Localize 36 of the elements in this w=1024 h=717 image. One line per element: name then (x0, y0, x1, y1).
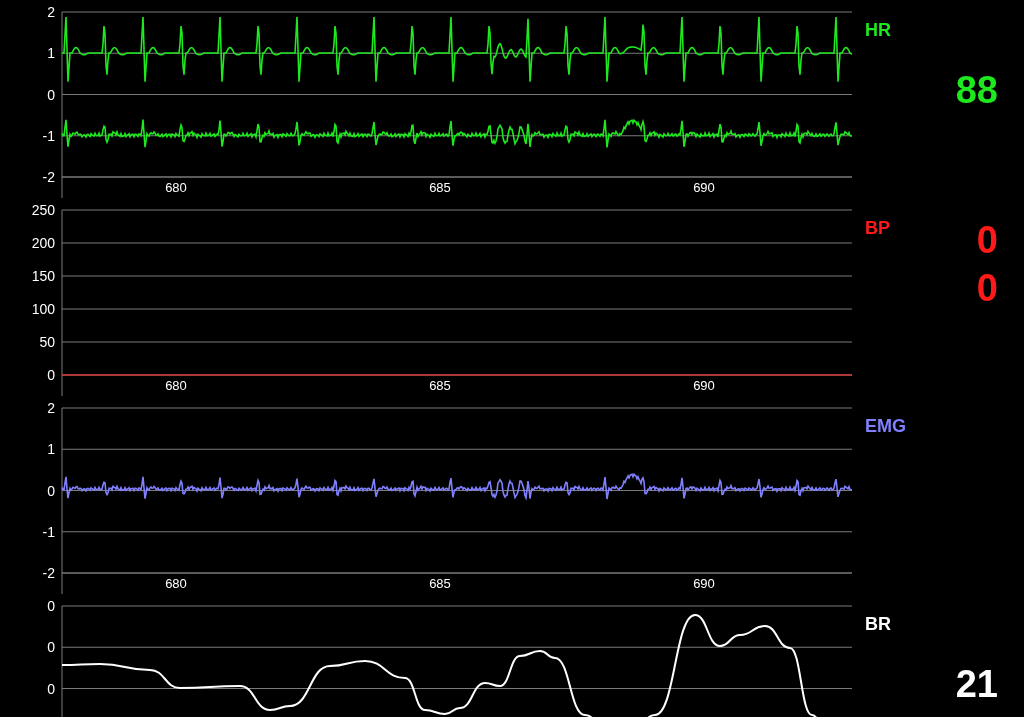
channel-label: BP (865, 218, 890, 240)
y-axis-label: 0 (47, 367, 55, 383)
y-axis-label: 1 (47, 441, 55, 458)
y-axis-label: 0 (47, 86, 55, 103)
y-axis-label: -1 (42, 523, 55, 540)
y-axis-label: 0 (47, 639, 55, 656)
y-axis-label: 50 (39, 334, 55, 350)
y-axis-label: 200 (31, 235, 55, 251)
channel-value: 0 (976, 218, 998, 263)
x-axis-label: 680 (165, 576, 187, 591)
channel-label: HR (865, 20, 891, 42)
y-axis-label: 250 (31, 202, 55, 218)
channel-value: 21 (955, 662, 998, 707)
x-axis-label: 680 (165, 378, 187, 393)
channel-value: 0 (976, 266, 998, 311)
y-axis-label: 1 (47, 45, 55, 62)
x-axis-label: 690 (693, 576, 715, 591)
y-axis-label: -2 (42, 565, 55, 581)
y-axis-label: 2 (47, 400, 55, 416)
x-axis-label: 685 (429, 378, 451, 393)
x-axis-label: 685 (429, 180, 451, 195)
y-axis-label: 0 (47, 598, 55, 614)
y-axis-label: 0 (47, 482, 55, 499)
y-axis-label: 0 (47, 680, 55, 697)
y-axis-label: 2 (47, 4, 55, 20)
channel-value: 88 (955, 68, 998, 113)
x-axis-label: 690 (693, 378, 715, 393)
y-axis-label: -1 (42, 127, 55, 144)
x-axis-label: 690 (693, 180, 715, 195)
y-axis-label: 150 (31, 268, 55, 284)
channel-label: EMG (865, 416, 906, 438)
y-axis-label: -2 (42, 169, 55, 185)
x-axis-label: 680 (165, 180, 187, 195)
channel-label: BR (865, 614, 891, 636)
y-axis-label: 100 (31, 301, 55, 317)
x-axis-label: 685 (429, 576, 451, 591)
